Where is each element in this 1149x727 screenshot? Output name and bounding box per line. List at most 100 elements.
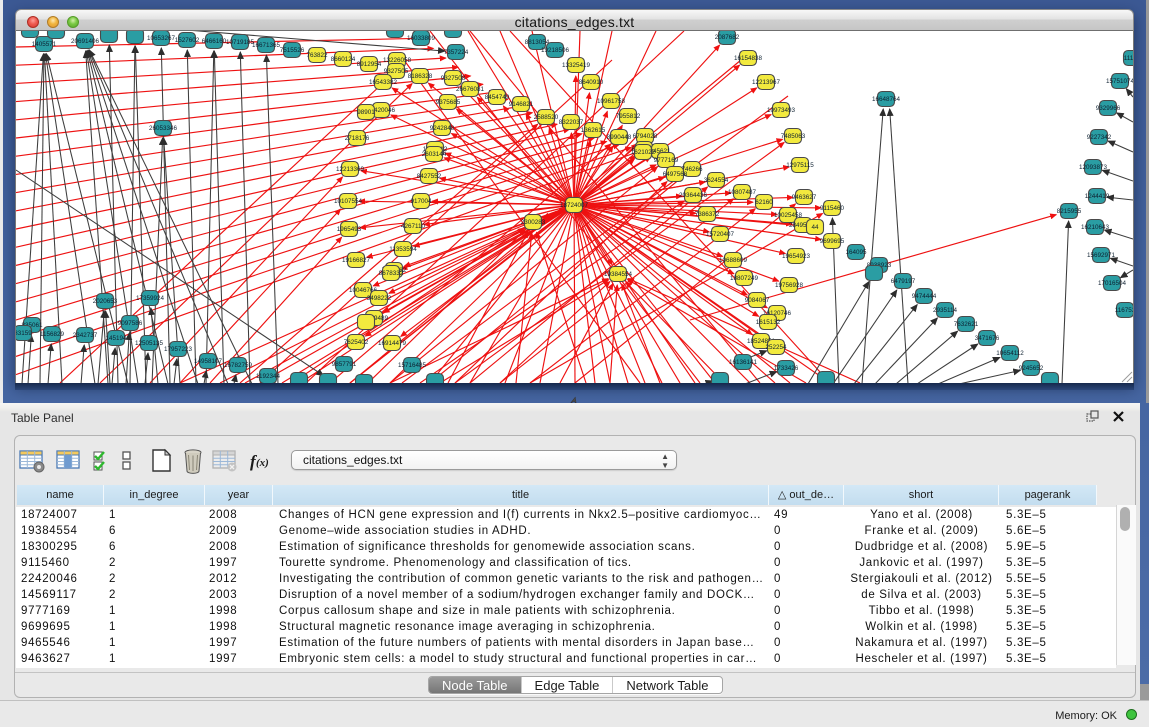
svg-text:164095: 164095 <box>845 249 867 256</box>
svg-text:12975115: 12975115 <box>786 162 814 169</box>
svg-text:15692971: 15692971 <box>1087 252 1116 259</box>
svg-text:9329966: 9329966 <box>1096 105 1121 112</box>
svg-text:116753: 116753 <box>1115 307 1133 314</box>
svg-text:7485063: 7485063 <box>781 133 806 140</box>
svg-text:8186328: 8186328 <box>408 73 433 80</box>
svg-text:10654112: 10654112 <box>996 350 1024 357</box>
svg-text:2588520: 2588520 <box>534 114 559 121</box>
svg-text:7357224: 7357224 <box>444 49 469 56</box>
svg-text:20691406: 20691406 <box>71 38 100 45</box>
svg-text:10807487: 10807487 <box>728 189 757 196</box>
svg-text:3624554: 3624554 <box>704 177 729 184</box>
svg-text:9242848: 9242848 <box>430 125 455 132</box>
svg-text:19166827: 19166827 <box>342 257 371 264</box>
svg-text:8454749: 8454749 <box>485 94 510 101</box>
svg-text:10973493: 10973493 <box>767 107 796 114</box>
svg-text:9463627: 9463627 <box>792 194 817 201</box>
svg-text:(x): (x) <box>256 457 269 469</box>
svg-text:16136141: 16136141 <box>729 359 758 366</box>
svg-text:17359924: 17359924 <box>136 295 165 302</box>
svg-text:9097586: 9097586 <box>118 320 143 327</box>
svg-text:19654923: 19654923 <box>782 253 811 260</box>
svg-text:1965493: 1965493 <box>337 226 362 233</box>
svg-text:4267110: 4267110 <box>401 223 426 230</box>
svg-text:13325419: 13325419 <box>562 62 591 69</box>
svg-text:8215955: 8215955 <box>1057 208 1082 215</box>
svg-text:1527602: 1527602 <box>175 37 200 44</box>
svg-text:12505135: 12505135 <box>135 340 164 347</box>
svg-text:3498222: 3498222 <box>367 295 392 302</box>
svg-text:6479197: 6479197 <box>891 278 916 285</box>
svg-text:1733426: 1733426 <box>774 365 799 372</box>
svg-text:8427552: 8427552 <box>417 173 442 180</box>
svg-text:8660124: 8660124 <box>331 56 356 63</box>
svg-text:7515526: 7515526 <box>280 47 305 54</box>
svg-text:1405571: 1405571 <box>32 41 57 48</box>
svg-text:9375685: 9375685 <box>436 99 461 106</box>
svg-text:7625402: 7625402 <box>344 339 369 346</box>
svg-text:18724007: 18724007 <box>560 202 589 209</box>
svg-text:9115460: 9115460 <box>820 205 845 212</box>
svg-text:8322037: 8322037 <box>559 119 584 126</box>
svg-text:12213369: 12213369 <box>336 166 365 173</box>
svg-text:1621022: 1621022 <box>631 149 656 156</box>
svg-text:16782759: 16782759 <box>224 362 253 369</box>
svg-text:7632621: 7632621 <box>954 321 979 328</box>
svg-text:3471676: 3471676 <box>975 335 1000 342</box>
svg-text:16543382: 16543382 <box>369 79 398 86</box>
svg-text:16154838: 16154838 <box>734 55 763 62</box>
svg-text:10688609: 10688609 <box>719 257 748 264</box>
svg-text:10961758: 10961758 <box>597 98 626 105</box>
svg-text:763822: 763822 <box>306 52 328 59</box>
svg-text:9245652: 9245652 <box>1019 365 1044 372</box>
svg-text:1156829: 1156829 <box>40 331 65 338</box>
svg-text:10719185: 10719185 <box>226 39 255 46</box>
svg-text:12093873: 12093873 <box>1079 164 1108 171</box>
svg-text:98901: 98901 <box>357 109 375 116</box>
svg-text:2342737: 2342737 <box>73 332 98 339</box>
svg-text:19384554: 19384554 <box>604 271 633 278</box>
svg-text:252254: 252254 <box>765 344 787 351</box>
svg-text:33159: 33159 <box>16 330 32 337</box>
svg-text:16671365: 16671365 <box>252 42 281 49</box>
svg-text:26676081: 26676081 <box>456 86 485 93</box>
svg-text:145194: 145194 <box>105 335 127 342</box>
svg-text:2718176: 2718176 <box>345 135 370 142</box>
svg-text:62160: 62160 <box>755 199 773 206</box>
svg-text:6497568: 6497568 <box>663 171 688 178</box>
svg-text:6794028: 6794028 <box>633 133 658 140</box>
svg-text:10107554: 10107554 <box>334 198 363 205</box>
svg-text:9474444: 9474444 <box>912 293 937 300</box>
svg-text:2935114: 2935114 <box>933 307 958 314</box>
svg-text:15716485: 15716485 <box>398 362 427 369</box>
svg-text:1244419: 1244419 <box>1085 193 1110 200</box>
svg-text:8990448: 8990448 <box>607 134 632 141</box>
svg-text:6466160: 6466160 <box>202 38 227 45</box>
svg-text:9227342: 9227342 <box>1087 134 1112 141</box>
svg-text:16210643: 16210643 <box>1081 224 1110 231</box>
svg-text:8678332: 8678332 <box>379 270 404 277</box>
svg-text:2020653: 2020653 <box>93 298 118 305</box>
svg-text:8813054: 8813054 <box>525 39 550 46</box>
svg-text:15720407: 15720407 <box>706 231 735 238</box>
svg-text:9699695: 9699695 <box>820 238 845 245</box>
svg-text:9857791: 9857791 <box>332 361 357 368</box>
svg-text:16648764: 16648764 <box>872 96 901 103</box>
svg-text:9327508: 9327508 <box>441 75 466 82</box>
svg-text:8912954: 8912954 <box>357 61 382 68</box>
svg-text:44: 44 <box>811 224 819 231</box>
svg-text:14958107: 14958107 <box>194 358 223 365</box>
svg-text:17016504: 17016504 <box>1098 280 1127 287</box>
svg-text:1362615: 1362615 <box>581 127 606 134</box>
svg-text:9777169: 9777169 <box>654 157 679 164</box>
svg-text:26053346: 26053346 <box>149 125 178 132</box>
svg-text:2603144: 2603144 <box>422 151 447 158</box>
svg-text:12213967: 12213967 <box>752 79 781 86</box>
svg-text:917004: 917004 <box>410 198 432 205</box>
svg-text:11172: 11172 <box>1124 55 1133 62</box>
svg-text:9146821: 9146821 <box>509 101 534 108</box>
svg-text:20364436: 20364436 <box>679 192 708 199</box>
svg-text:2087682: 2087682 <box>715 34 740 41</box>
svg-text:16033809: 16033809 <box>407 35 436 42</box>
svg-text:16914479: 16914479 <box>378 340 407 347</box>
